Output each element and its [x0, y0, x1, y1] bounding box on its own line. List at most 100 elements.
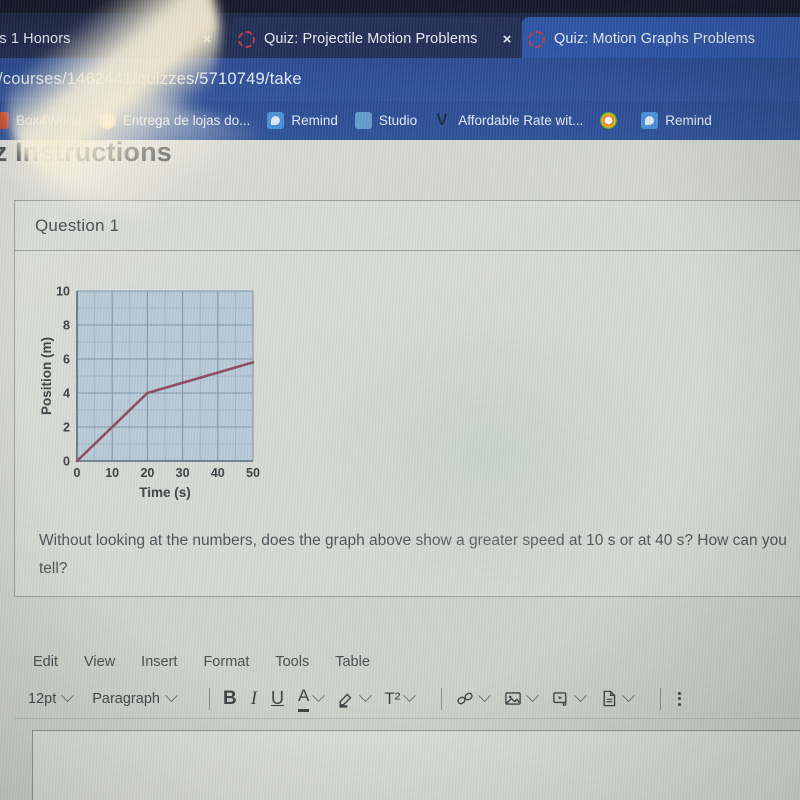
image-icon [505, 692, 522, 705]
remind-icon [267, 112, 285, 129]
svg-text:2: 2 [63, 421, 70, 435]
highlight-button[interactable] [337, 689, 373, 708]
chevron-down-icon [478, 689, 492, 703]
bookmark-google[interactable] [600, 112, 624, 129]
browser-tab-projectile-motion[interactable]: Quiz: Projectile Motion Problems × [232, 17, 522, 61]
bookmark-box4world[interactable]: Box4World [0, 112, 82, 129]
bookmark-remind-1[interactable]: Remind [267, 112, 338, 129]
bookmark-label: Entrega de lojas do... [122, 113, 251, 128]
italic-button[interactable]: I [251, 688, 257, 710]
browser-tab-motion-graphs[interactable]: Quiz: Motion Graphs Problems × [522, 17, 800, 61]
toolbar-divider [208, 687, 210, 710]
bookmarks-bar: Box4World Entrega de lojas do... Remind … [0, 101, 800, 140]
svg-text:0: 0 [63, 455, 70, 469]
toolbar-divider [660, 687, 662, 710]
svg-text:40: 40 [211, 466, 225, 480]
block-format-select[interactable]: Paragraph [92, 689, 178, 707]
close-icon[interactable]: × [198, 31, 216, 48]
menu-item-format[interactable]: Format [203, 654, 249, 670]
menu-item-insert[interactable]: Insert [141, 654, 177, 670]
screen-photo: ysics 1 Honors × Quiz: Projectile Motion… [0, 0, 800, 800]
bookmark-studio[interactable]: Studio [354, 112, 418, 129]
superscript-button[interactable]: T² [384, 688, 417, 709]
chevron-down-icon [526, 689, 540, 703]
chevron-down-icon [574, 689, 588, 703]
address-bar[interactable]: /courses/1462441/quizzes/5710749/take [0, 58, 800, 101]
tab-title: Quiz: Projectile Motion Problems [264, 31, 478, 47]
studio-icon [354, 112, 372, 129]
question-number-label: Question 1 [35, 215, 120, 235]
page-title: iz Instructions [0, 137, 173, 167]
google-icon [600, 112, 618, 129]
font-size-select[interactable]: 12pt [28, 689, 75, 707]
chevron-down-icon [622, 689, 636, 703]
underline-button[interactable]: U [271, 688, 284, 709]
editor-toolbar: 12pt Paragraph B I U A T² [14, 679, 800, 719]
text-color-button[interactable]: A [298, 686, 326, 712]
menu-item-table[interactable]: Table [335, 654, 370, 670]
block-format-value: Paragraph [92, 690, 160, 707]
highlighter-icon [339, 693, 352, 708]
superscript-label: T² [384, 688, 401, 708]
bookmark-label: Remind [291, 113, 338, 128]
chevron-down-icon [403, 689, 417, 703]
image-button[interactable] [503, 689, 540, 708]
chart-svg: 0 10 20 30 40 50 0 2 4 6 8 10 Time (s) Position (m… [39, 285, 260, 501]
question-header: Question 1 [15, 201, 800, 251]
bookmark-entrega[interactable]: Entrega de lojas do... [98, 112, 251, 129]
chevron-down-icon [61, 689, 75, 703]
canvas-loading-icon [528, 30, 545, 48]
toolbar-divider [441, 687, 443, 710]
answer-textarea[interactable] [32, 730, 800, 800]
svg-text:10: 10 [56, 285, 70, 299]
canvas-loading-icon [238, 30, 255, 48]
close-icon[interactable]: × [498, 31, 516, 48]
kebab-menu-icon[interactable] [678, 691, 682, 706]
affordable-icon [434, 112, 451, 129]
svg-text:0: 0 [74, 466, 81, 480]
link-button[interactable] [455, 689, 492, 708]
browser-tab-physics[interactable]: ysics 1 Honors × [0, 17, 222, 61]
svg-text:30: 30 [176, 466, 190, 480]
svg-text:50: 50 [246, 466, 260, 480]
position-time-chart: 0 10 20 30 40 50 0 2 4 6 8 10 Time (s) Position (m… [29, 273, 289, 513]
document-button[interactable] [599, 689, 636, 708]
font-size-value: 12pt [28, 690, 57, 707]
svg-text:6: 6 [63, 353, 70, 367]
chart-x-axis-label: Time (s) [139, 485, 191, 500]
chart-y-axis-label: Position (m) [39, 337, 54, 415]
remind-icon [641, 112, 659, 129]
menu-item-edit[interactable]: Edit [33, 654, 58, 670]
text-color-label: A [298, 686, 310, 712]
menu-item-tools[interactable]: Tools [275, 654, 309, 670]
svg-text:20: 20 [140, 466, 154, 480]
svg-text:10: 10 [105, 466, 119, 480]
chart-y-tick-labels: 0 2 4 6 8 10 [56, 285, 70, 469]
media-button[interactable] [551, 689, 588, 708]
bold-button[interactable]: B [223, 688, 237, 710]
tab-strip: ysics 1 Honors × Quiz: Projectile Motion… [0, 13, 800, 61]
media-icon [553, 692, 567, 706]
bookmark-label: Affordable Rate wit... [458, 113, 584, 128]
chart-x-tick-labels: 0 10 20 30 40 50 [74, 466, 260, 480]
url-text: /courses/1462441/quizzes/5710749/take [0, 70, 302, 88]
chevron-down-icon [165, 689, 178, 703]
bookmark-label: Remind [665, 113, 712, 128]
bookmark-remind-2[interactable]: Remind [641, 112, 712, 129]
bookmark-affordable-rate[interactable]: Affordable Rate wit... [434, 112, 583, 129]
box4world-icon [0, 112, 9, 129]
editor-menubar: Edit View Insert Format Tools Table [14, 645, 800, 679]
bookmark-label: Box4World [16, 113, 82, 128]
question-prompt-text: Without looking at the numbers, does the… [39, 532, 787, 577]
bookmark-label: Studio [378, 113, 418, 128]
quiz-page: iz Instructions Question 1 0 10 20 30 40… [0, 137, 800, 800]
tab-title: Quiz: Motion Graphs Problems [554, 31, 756, 47]
link-icon [457, 692, 474, 705]
entrega-icon [98, 112, 116, 129]
chevron-down-icon [312, 689, 326, 703]
question-body: 0 10 20 30 40 50 0 2 4 6 8 10 Time (s) Position (m… [15, 251, 800, 596]
browser-chrome: ysics 1 Honors × Quiz: Projectile Motion… [0, 0, 800, 140]
svg-text:4: 4 [63, 387, 70, 401]
menu-item-view[interactable]: View [84, 654, 115, 670]
question-card: Question 1 0 10 20 30 40 50 0 2 4 6 8 10… [14, 200, 800, 598]
